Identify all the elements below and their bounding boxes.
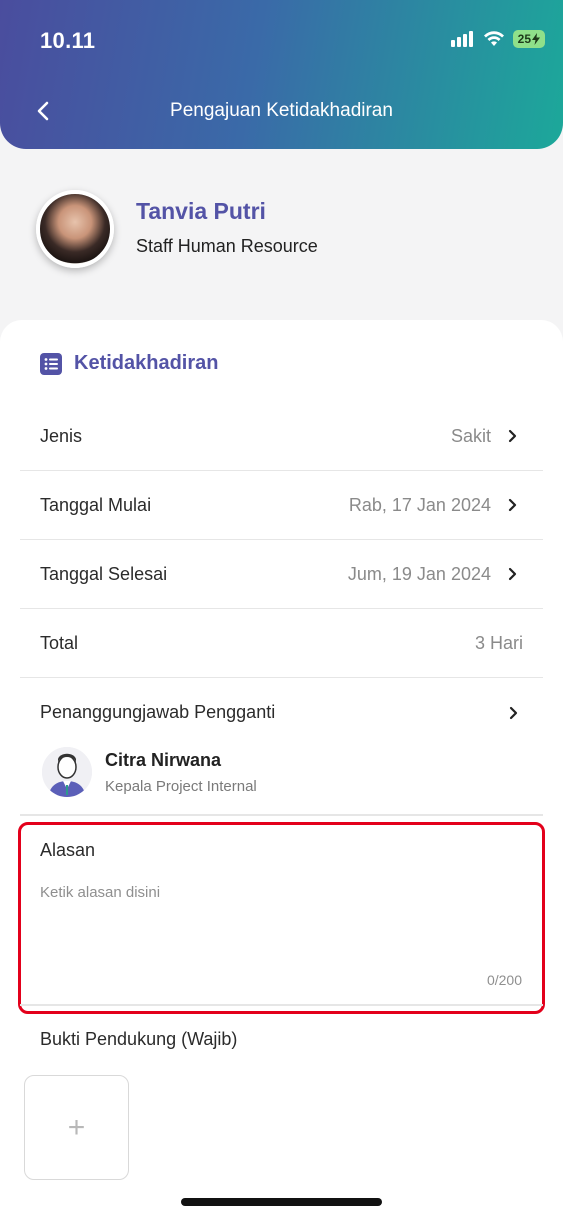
profile-role: Staff Human Resource	[136, 236, 318, 256]
proof-label: Bukti Pendukung (Wajib)	[40, 1029, 238, 1049]
profile-avatar	[36, 190, 114, 268]
status-time: 10.11	[40, 28, 96, 53]
field-value: 3 Hari	[474, 632, 523, 653]
field-value: Jum, 19 Jan 2024	[347, 563, 491, 584]
substitute-label: Penanggungjawab Pengganti	[40, 702, 276, 722]
section-header: Ketidakhadiran	[40, 352, 218, 375]
field-value: Rab, 17 Jan 2024	[348, 494, 491, 515]
field-row-total: Total 3 Hari	[20, 609, 543, 678]
wifi-icon	[483, 31, 504, 46]
field-value: Sakit	[450, 425, 491, 446]
home-indicator	[181, 1198, 382, 1206]
field-row-jenis[interactable]: Jenis Sakit	[20, 402, 543, 471]
field-label: Tanggal Selesai	[40, 563, 168, 584]
chevron-right-icon	[503, 426, 523, 446]
reason-input[interactable]	[40, 884, 520, 958]
battery-indicator: 25	[512, 30, 545, 48]
signal-icon	[450, 31, 473, 47]
charging-icon	[532, 33, 540, 45]
field-row-tanggal-selesai[interactable]: Tanggal Selesai Jum, 19 Jan 2024	[20, 540, 543, 609]
substitute-name: Citra Nirwana	[105, 750, 222, 770]
status-icons: 25	[450, 30, 545, 48]
reason-label: Alasan	[40, 840, 96, 860]
plus-icon: +	[67, 1110, 86, 1144]
list-icon	[40, 352, 62, 375]
substitute-select-button[interactable]	[504, 703, 524, 723]
section-title: Ketidakhadiran	[74, 352, 219, 374]
add-attachment-button[interactable]: +	[24, 1075, 129, 1180]
divider	[20, 814, 543, 816]
chevron-right-icon	[503, 564, 523, 584]
profile-name: Tanvia Putri	[136, 198, 266, 224]
field-row-tanggal-mulai[interactable]: Tanggal Mulai Rab, 17 Jan 2024	[20, 471, 543, 540]
chevron-right-icon	[503, 495, 523, 515]
substitute-avatar	[42, 747, 92, 797]
app-header: 10.11 25 Pengajuan Ketidakhadiran	[0, 0, 563, 149]
field-label: Tanggal Mulai	[40, 494, 152, 515]
reason-char-counter: 0/200	[486, 972, 522, 988]
page-title: Pengajuan Ketidakhadiran	[170, 100, 393, 121]
divider	[20, 1004, 543, 1006]
battery-level: 25	[517, 32, 531, 46]
field-label: Total	[40, 632, 79, 653]
substitute-role: Kepala Project Internal	[105, 778, 257, 795]
person-icon	[42, 747, 92, 797]
field-label: Jenis	[40, 425, 83, 446]
chevron-right-icon	[509, 706, 518, 720]
